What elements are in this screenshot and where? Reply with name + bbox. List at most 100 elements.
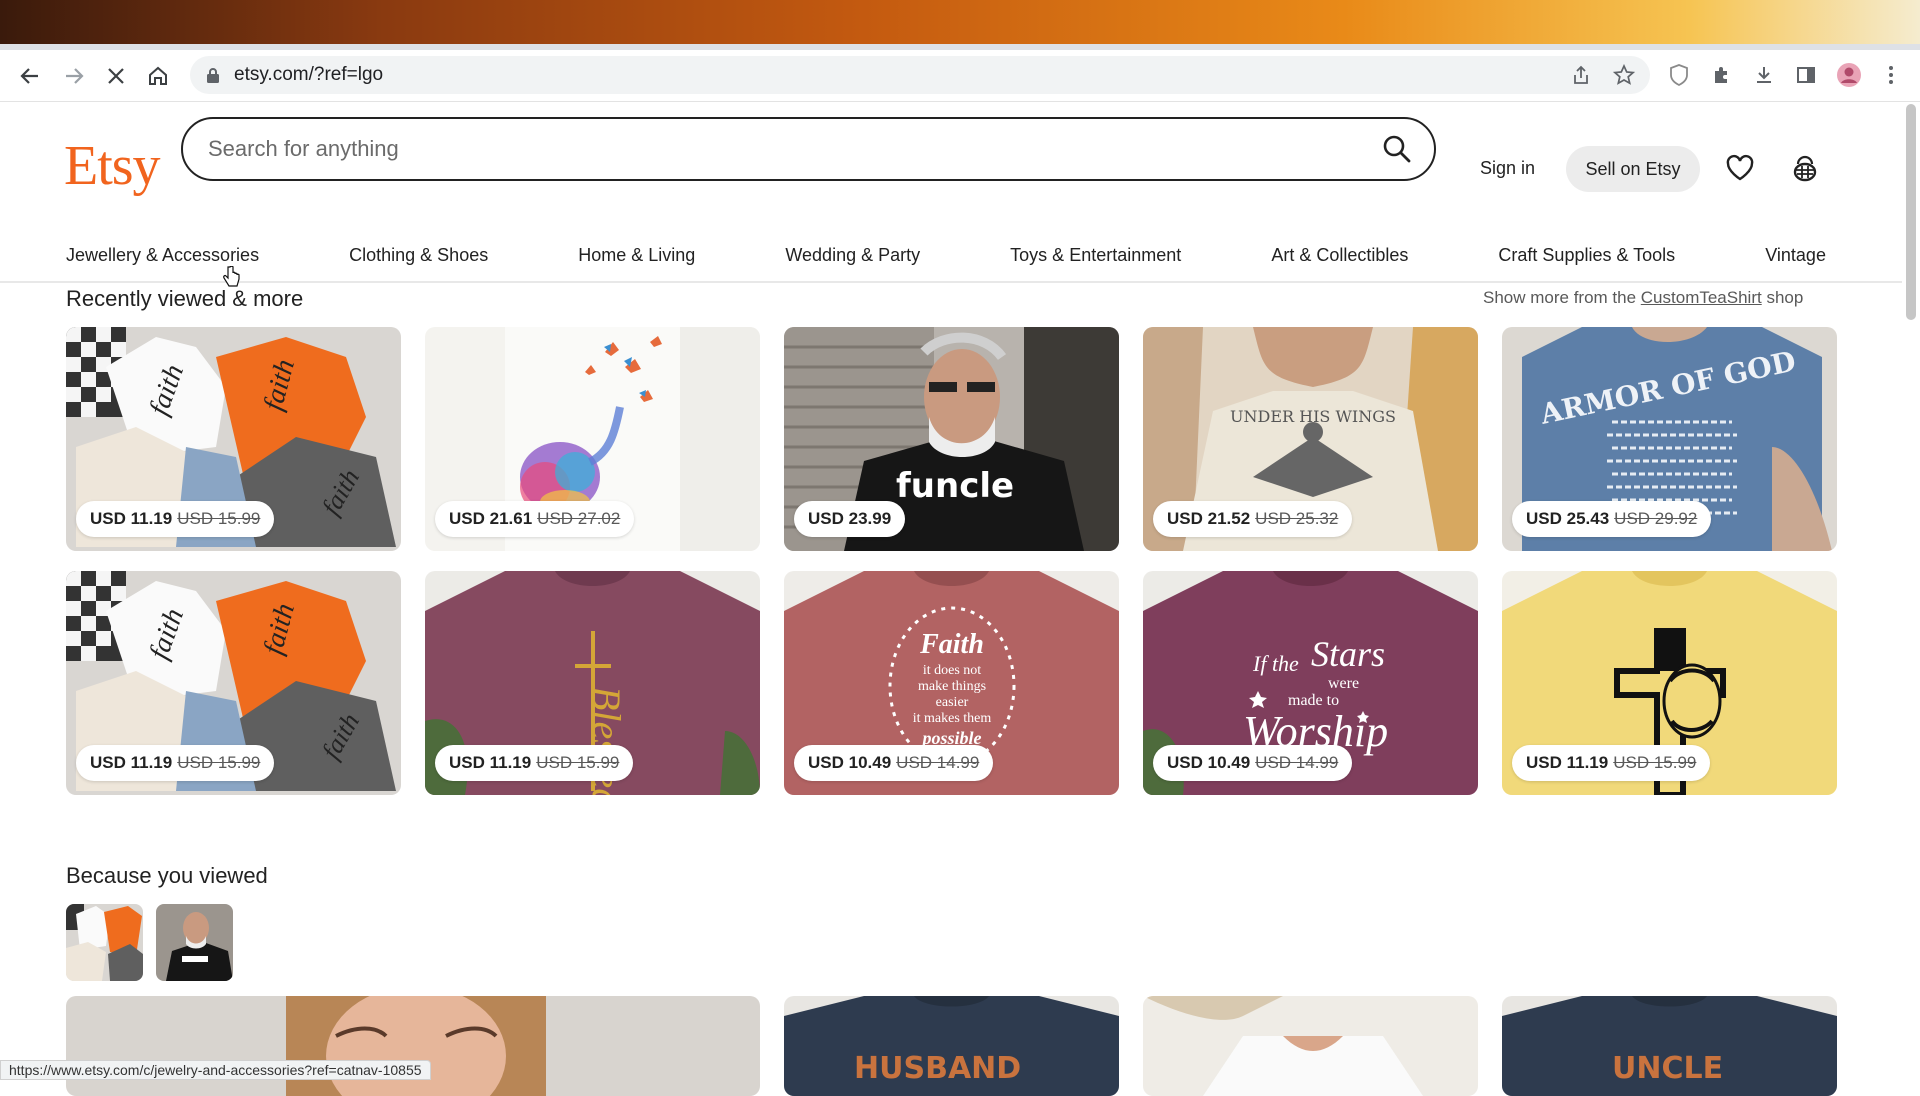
product-card[interactable]: funcle USD 23.99 — [784, 327, 1119, 551]
price-original: USD 27.02 — [537, 509, 621, 528]
home-button[interactable] — [144, 62, 172, 90]
forward-button[interactable] — [60, 62, 88, 90]
product-card[interactable]: ARMOR OF GOD USD 25.43 USD 29.92 — [1502, 327, 1837, 551]
home-icon — [149, 66, 167, 85]
bookmark-button[interactable] — [1611, 62, 1637, 88]
address-bar[interactable]: etsy.com/?ref=lgo — [190, 56, 1650, 94]
extensions-button[interactable] — [1709, 62, 1735, 88]
product-image-woman-portrait — [66, 996, 760, 1096]
because-you-viewed-title: Because you viewed — [66, 863, 268, 888]
product-card[interactable]: Blessed USD 11.19 USD 15.99 — [425, 571, 760, 795]
divider — [0, 281, 1902, 283]
price-original: USD 29.92 — [1614, 509, 1698, 528]
product-card[interactable]: Faith it does not make things easier it … — [784, 571, 1119, 795]
price-current: USD 11.19 — [90, 753, 173, 772]
cart-icon[interactable] — [1789, 152, 1821, 184]
price-current: USD 23.99 — [808, 509, 892, 528]
share-icon — [1574, 65, 1588, 84]
price-current: USD 11.19 — [1526, 753, 1609, 772]
category-clothing-shoes[interactable]: Clothing & Shoes — [349, 245, 488, 266]
category-wedding-party[interactable]: Wedding & Party — [785, 245, 920, 266]
product-card[interactable]: HUSBAND — [784, 996, 1119, 1096]
search-icon[interactable] — [1382, 134, 1412, 164]
profile-button[interactable] — [1836, 62, 1862, 88]
category-vintage[interactable]: Vintage — [1765, 245, 1826, 266]
close-icon — [108, 68, 124, 84]
sell-on-etsy-button[interactable]: Sell on Etsy — [1566, 146, 1700, 192]
price-tag: USD 21.61 USD 27.02 — [435, 501, 635, 537]
browser-menu-button[interactable] — [1878, 62, 1904, 88]
svg-text:UNDER HIS WINGS: UNDER HIS WINGS — [1230, 407, 1396, 426]
category-home-living[interactable]: Home & Living — [578, 245, 695, 266]
more-vertical-icon — [1889, 66, 1893, 84]
side-panel-icon — [1797, 67, 1815, 83]
product-card[interactable]: UNCLE — [1502, 996, 1837, 1096]
price-current: USD 10.49 — [1167, 753, 1251, 772]
svg-text:it does not: it does not — [923, 663, 981, 678]
back-button[interactable] — [16, 62, 44, 90]
product-card[interactable] — [1143, 996, 1478, 1096]
product-card[interactable]: UNDER HIS WINGS USD 21.52 USD 25.32 — [1143, 327, 1478, 551]
share-button[interactable] — [1568, 62, 1594, 88]
viewed-thumbnail[interactable] — [66, 904, 143, 981]
thumbnail-faith-shirts — [66, 904, 143, 981]
price-tag: USD 23.99 — [794, 501, 906, 537]
price-current: USD 21.61 — [449, 509, 533, 528]
product-card[interactable]: faith faith faith USD 11.19 USD 15.99 — [66, 571, 401, 795]
stop-loading-button[interactable] — [102, 62, 130, 90]
download-icon — [1757, 67, 1771, 83]
product-card[interactable]: USD 11.19 USD 15.99 — [1502, 571, 1837, 795]
link-status-bar: https://www.etsy.com/c/jewelry-and-acces… — [0, 1060, 431, 1080]
svg-text:Stars: Stars — [1311, 634, 1385, 674]
category-craft-supplies-tools[interactable]: Craft Supplies & Tools — [1498, 245, 1675, 266]
viewed-thumbnail[interactable] — [156, 904, 233, 981]
price-current: USD 25.43 — [1526, 509, 1610, 528]
product-card[interactable]: If the Stars were made to Worship USD 10… — [1143, 571, 1478, 795]
search-input[interactable] — [208, 136, 1382, 162]
side-panel-button[interactable] — [1793, 62, 1819, 88]
sign-in-link[interactable]: Sign in — [1480, 158, 1535, 179]
product-card[interactable]: faith faith faith USD 11.19 USD 15.99 — [66, 327, 401, 551]
lock-icon — [207, 68, 219, 83]
price-original: USD 14.99 — [1255, 753, 1339, 772]
svg-text:make things: make things — [918, 679, 986, 694]
price-tag: USD 25.43 USD 29.92 — [1512, 501, 1712, 537]
tab-strip — [0, 44, 1920, 50]
product-card[interactable] — [66, 996, 760, 1096]
category-toys-entertainment[interactable]: Toys & Entertainment — [1010, 245, 1181, 266]
downloads-button[interactable] — [1751, 62, 1777, 88]
svg-text:Faith: Faith — [919, 629, 984, 660]
svg-text:it makes them: it makes them — [913, 711, 992, 726]
page-scrollbar[interactable] — [1906, 104, 1916, 320]
heart-icon[interactable] — [1724, 152, 1756, 184]
price-original: USD 15.99 — [1613, 753, 1697, 772]
price-tag: USD 11.19 USD 15.99 — [76, 745, 275, 781]
etsy-logo[interactable]: Etsy — [64, 134, 161, 198]
price-original: USD 25.32 — [1255, 509, 1339, 528]
svg-text:UNCLE: UNCLE — [1612, 1051, 1723, 1086]
price-tag: USD 11.19 USD 15.99 — [435, 745, 634, 781]
category-nav: Jewellery & Accessories Clothing & Shoes… — [66, 245, 1826, 266]
hand-pointer-icon — [223, 266, 240, 287]
price-original: USD 15.99 — [177, 509, 261, 528]
product-image-husband-shirt: HUSBAND — [784, 996, 1119, 1096]
product-card[interactable]: USD 21.61 USD 27.02 — [425, 327, 760, 551]
avatar-icon — [1837, 63, 1861, 87]
search-bar[interactable] — [181, 117, 1436, 181]
extension-shield-button[interactable] — [1666, 62, 1692, 88]
category-jewellery-accessories[interactable]: Jewellery & Accessories — [66, 245, 259, 266]
shop-link[interactable]: CustomTeaShirt — [1641, 288, 1762, 307]
desktop-background-strip — [0, 0, 1920, 44]
product-image-uncle-shirt: UNCLE — [1502, 996, 1837, 1096]
svg-text:were: were — [1328, 675, 1359, 692]
svg-text:If the: If the — [1252, 651, 1299, 676]
recently-viewed-title: Recently viewed & more — [66, 286, 304, 311]
category-art-collectibles[interactable]: Art & Collectibles — [1271, 245, 1408, 266]
price-tag: USD 11.19 USD 15.99 — [76, 501, 275, 537]
show-more-prefix: Show more from the — [1483, 288, 1641, 307]
price-tag: USD 10.49 USD 14.99 — [1153, 745, 1353, 781]
price-current: USD 11.19 — [90, 509, 173, 528]
price-tag: USD 11.19 USD 15.99 — [1512, 745, 1711, 781]
price-tag: USD 21.52 USD 25.32 — [1153, 501, 1353, 537]
price-original: USD 14.99 — [896, 753, 980, 772]
